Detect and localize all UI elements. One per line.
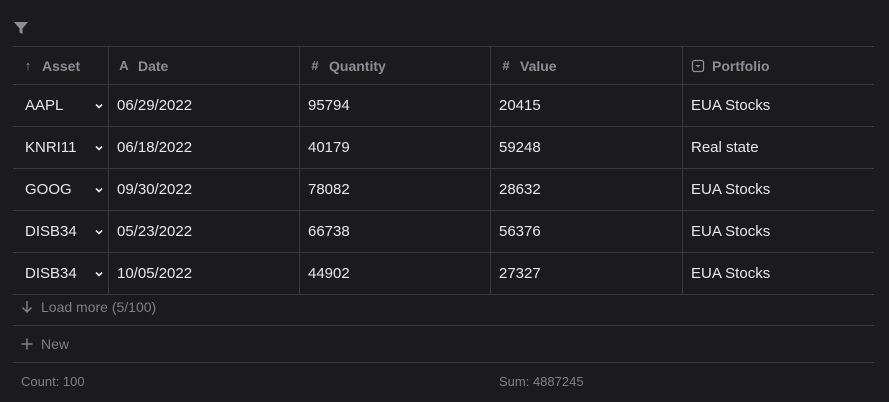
chevron-down-icon [95,271,103,277]
portfolio-cell[interactable]: Real state [682,127,874,168]
chevron-down-icon [95,187,103,193]
portfolio-cell[interactable]: EUA Stocks [682,211,874,252]
column-label: Portfolio [712,57,770,74]
column-label: Quantity [329,57,386,74]
new-row-button[interactable]: New [13,326,874,363]
table-row: KNRI11 06/18/2022 40179 59248 Real state [13,127,874,169]
quantity-cell[interactable]: 44902 [299,253,490,294]
quantity-cell[interactable]: 40179 [299,127,490,168]
value-cell[interactable]: 27327 [490,253,682,294]
date-cell[interactable]: 09/30/2022 [108,169,299,210]
summary-bar: Count: 100 Sum: 4887245 [21,372,881,392]
date-cell[interactable]: 06/18/2022 [108,127,299,168]
column-label: Value [520,57,557,74]
table-row: GOOG 09/30/2022 78082 28632 EUA Stocks [13,169,874,211]
date-cell[interactable]: 05/23/2022 [108,211,299,252]
date-cell[interactable]: 10/05/2022 [108,253,299,294]
table-row: DISB34 05/23/2022 66738 56376 EUA Stocks [13,211,874,253]
load-more-label: Load more (5/100) [41,299,157,315]
chevron-down-icon [95,103,103,109]
plus-icon [21,338,33,350]
asset-select[interactable]: GOOG [13,169,108,210]
portfolio-cell[interactable]: EUA Stocks [682,169,874,210]
column-header-date[interactable]: A Date [108,47,299,84]
number-icon: # [502,58,510,73]
column-label: Date [138,57,169,74]
load-more-button[interactable]: Load more (5/100) [13,289,874,326]
new-row-label: New [41,336,70,352]
quantity-cell[interactable]: 66738 [299,211,490,252]
asset-value: DISB34 [25,265,77,282]
data-table: ↑ Asset A Date # Quantity # Value Portfo… [13,46,874,295]
asset-select[interactable]: DISB34 [13,253,108,294]
date-cell[interactable]: 06/29/2022 [108,85,299,126]
value-cell[interactable]: 20415 [490,85,682,126]
quantity-cell[interactable]: 78082 [299,169,490,210]
count-summary[interactable]: Count: 100 [21,374,85,389]
column-header-portfolio[interactable]: Portfolio [682,47,874,84]
asset-value: DISB34 [25,223,77,240]
asset-value: AAPL [25,97,64,114]
number-icon: # [311,58,319,73]
select-icon [691,59,705,72]
value-cell[interactable]: 28632 [490,169,682,210]
value-cell[interactable]: 56376 [490,211,682,252]
column-header-asset[interactable]: ↑ Asset [13,47,108,84]
asset-value: KNRI11 [25,139,77,156]
chevron-down-icon [95,145,103,151]
text-type-icon: A [119,58,129,73]
value-cell[interactable]: 59248 [490,127,682,168]
sort-arrow-up-icon: ↑ [24,58,32,73]
asset-value: GOOG [25,181,72,198]
table-row: AAPL 06/29/2022 95794 20415 EUA Stocks [13,85,874,127]
quantity-cell[interactable]: 95794 [299,85,490,126]
asset-select[interactable]: AAPL [13,85,108,126]
asset-select[interactable]: KNRI11 [13,127,108,168]
column-label: Asset [42,57,81,74]
asset-select[interactable]: DISB34 [13,211,108,252]
sum-summary[interactable]: Sum: 4887245 [499,374,584,389]
portfolio-cell[interactable]: EUA Stocks [682,253,874,294]
table-header: ↑ Asset A Date # Quantity # Value Portfo… [13,46,874,85]
portfolio-cell[interactable]: EUA Stocks [682,85,874,126]
arrow-down-icon [21,301,33,314]
column-header-value[interactable]: # Value [490,47,682,84]
chevron-down-icon [95,229,103,235]
filter-icon[interactable] [13,20,29,36]
column-header-quantity[interactable]: # Quantity [299,47,490,84]
